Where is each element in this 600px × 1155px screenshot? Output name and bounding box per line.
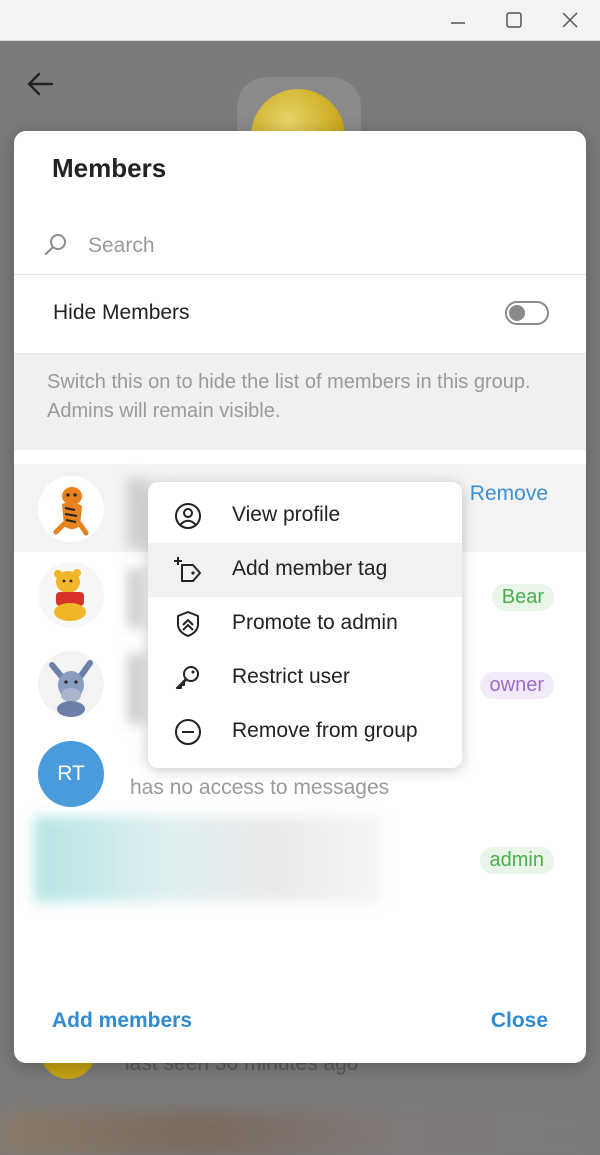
menu-item-label: Add member tag [232,557,388,580]
maximize-icon [506,12,522,28]
arrow-left-icon [27,72,54,96]
avatar [38,562,104,628]
menu-item-restrict-user[interactable]: Restrict user [148,651,462,705]
menu-item-view-profile[interactable]: View profile [148,489,462,543]
back-button [26,69,56,104]
avatar [38,476,104,542]
member-role-badge: admin [479,847,554,874]
add-members-button[interactable]: Add members [52,1009,192,1033]
search-icon [45,234,66,255]
menu-item-label: Promote to admin [232,611,398,634]
menu-item-label: Restrict user [232,665,350,688]
menu-item-add-member-tag[interactable]: Add member tag [148,543,462,597]
menu-item-remove-from-group[interactable]: Remove from group [148,705,462,759]
minimize-icon [451,22,465,24]
maximize-button[interactable] [486,0,542,40]
hide-members-row[interactable]: Hide Members [14,275,586,353]
menu-item-label: Remove from group [232,719,418,742]
avatar: RT [38,741,104,807]
window-titlebar [0,0,600,41]
member-role-badge: owner [479,672,554,699]
minimize-button[interactable] [430,0,486,40]
member-tag-badge: Bear [491,584,554,611]
menu-item-promote-to-admin[interactable]: Promote to admin [148,597,462,651]
search-input[interactable] [86,227,550,265]
tag-plus-icon [174,557,201,582]
hide-members-hint: Switch this on to hide the list of membe… [14,353,586,450]
blurred-member [34,816,380,902]
dialog-title: Members [52,153,167,183]
member-context-menu: View profile Add member tag Promote to a… [148,482,462,768]
close-button[interactable]: Close [491,1009,548,1033]
search-bar [14,219,586,273]
user-circle-icon [175,503,201,529]
close-icon [562,12,578,28]
key-icon [176,666,199,689]
shield-icon [177,611,199,637]
menu-item-label: View profile [232,503,341,526]
remove-member-link[interactable]: Remove [470,482,548,506]
minus-circle-icon [175,719,201,745]
avatar [38,651,104,717]
hide-members-toggle[interactable] [505,301,549,325]
member-status: has no access to messages [130,776,390,799]
hide-members-label: Hide Members [53,301,190,324]
close-window-button[interactable] [542,0,598,40]
hint-text: Switch this on to hide the list of membe… [47,371,531,422]
